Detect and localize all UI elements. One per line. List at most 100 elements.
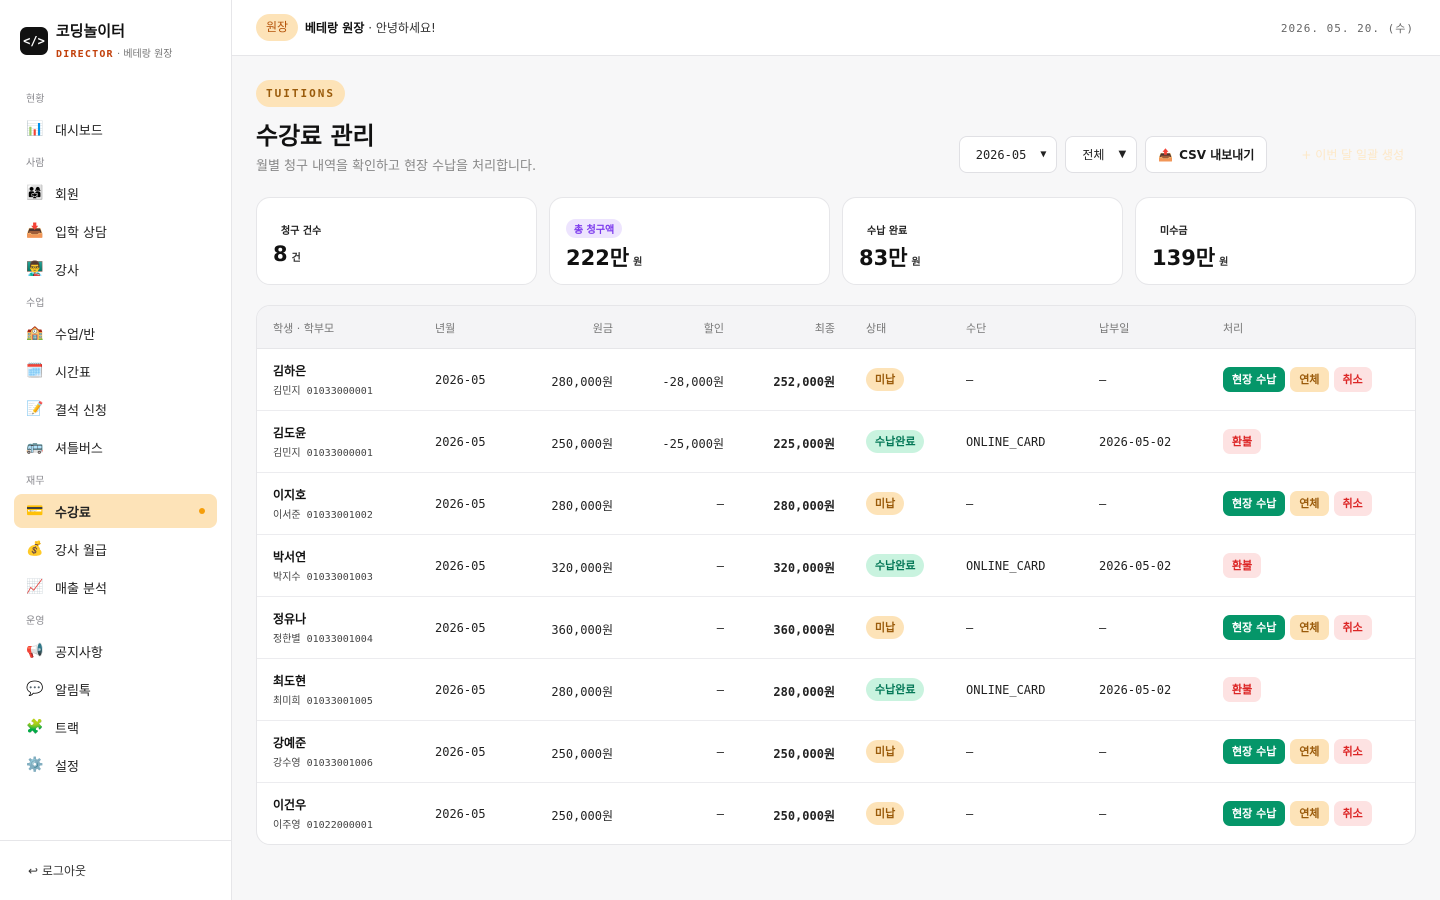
bulk-generate-button[interactable]: + 이번 달 일괄 생성 xyxy=(1289,136,1416,173)
table-row: 김하은 김민지 01033000001 2026-05 280,000원 -28,000… xyxy=(257,349,1415,411)
row-actions: 현장 수납 연체 취소 xyxy=(1223,801,1377,826)
nav-item-label: 결석 신청 xyxy=(55,403,107,419)
stat-value: 8 xyxy=(273,242,288,266)
export-icon: 📤 xyxy=(1158,147,1174,162)
base-amount: 250,000원 xyxy=(551,747,613,761)
final-amount: 280,000원 xyxy=(773,685,835,699)
sidebar-item[interactable]: 👨‍🏫 강사 xyxy=(14,252,217,286)
discount-amount: -25,000원 xyxy=(662,437,724,451)
overdue-button[interactable]: 연체 xyxy=(1290,801,1329,826)
sidebar-item[interactable]: 🧩 트랙 xyxy=(14,710,217,744)
nav-item-icon: 🏫 xyxy=(26,325,44,341)
base-amount: 280,000원 xyxy=(551,685,613,699)
active-indicator-icon xyxy=(199,508,205,514)
cancel-button[interactable]: 취소 xyxy=(1333,615,1372,640)
nav-item-label: 회원 xyxy=(55,187,79,203)
collect-button[interactable]: 현장 수납 xyxy=(1223,367,1286,392)
paid-date: — xyxy=(1099,497,1107,511)
nav-item-label: 강사 xyxy=(55,263,79,279)
nav-item-icon: 💳 xyxy=(26,503,44,519)
student-name: 최도현 xyxy=(273,674,307,688)
final-amount: 320,000원 xyxy=(773,561,835,575)
parent-info: 김민지 01033000001 xyxy=(273,448,373,459)
collect-button[interactable]: 현장 수납 xyxy=(1223,615,1286,640)
topbar: 원장 베테랑 원장 · 안녕하세요! 2026. 05. 20. (수) xyxy=(232,0,1440,56)
cancel-button[interactable]: 취소 xyxy=(1333,801,1372,826)
status-badge: 미납 xyxy=(866,616,905,639)
csv-export-label: CSV 내보내기 xyxy=(1179,148,1255,162)
refund-button[interactable]: 환불 xyxy=(1223,553,1262,578)
sidebar-nav: 현황 📊 대시보드 사람 👨‍👩‍👧 회원 📥 입학 상담 👨‍🏫 강사 수업 🏫 수업/반 🗓️ 시간표 📝… xyxy=(14,88,217,786)
csv-export-button[interactable]: 📤 CSV 내보내기 xyxy=(1145,136,1268,173)
base-amount: 250,000원 xyxy=(551,809,613,823)
sidebar-item[interactable]: 🚌 셔틀버스 xyxy=(14,430,217,464)
nav-item-icon: 👨‍👩‍👧 xyxy=(26,185,44,201)
payment-method: — xyxy=(966,807,974,821)
payment-method: — xyxy=(966,745,974,759)
sidebar-item[interactable]: 📈 매출 분석 xyxy=(14,570,217,604)
cancel-button[interactable]: 취소 xyxy=(1333,367,1372,392)
sidebar-item[interactable]: 💳 수강료 xyxy=(14,494,217,528)
overdue-button[interactable]: 연체 xyxy=(1290,491,1329,516)
nav-item-icon: 🧩 xyxy=(26,719,44,735)
stat-unit: 원 xyxy=(911,257,921,268)
base-amount: 280,000원 xyxy=(551,499,613,513)
nav-item-icon: 📈 xyxy=(26,579,44,595)
sidebar-item[interactable]: 🗓️ 시간표 xyxy=(14,354,217,388)
table-row: 박서연 박지수 01033001003 2026-05 320,000원 — 320,00… xyxy=(257,535,1415,597)
nav-item-icon: 🚌 xyxy=(26,439,44,455)
overdue-button[interactable]: 연체 xyxy=(1290,739,1329,764)
page-title: 수강료 관리 xyxy=(256,122,375,150)
month-select-value: 2026-05 xyxy=(975,147,1027,162)
cancel-button[interactable]: 취소 xyxy=(1333,491,1372,516)
collect-button[interactable]: 현장 수납 xyxy=(1223,491,1286,516)
billing-month: 2026-05 xyxy=(435,745,486,759)
discount-amount: — xyxy=(716,807,724,821)
sidebar-item[interactable]: 📝 결석 신청 xyxy=(14,392,217,426)
brand[interactable]: </> 코딩놀이터 DIRECTOR · 베테랑 원장 xyxy=(20,20,173,60)
nav-item-icon: 🗓️ xyxy=(26,363,44,379)
brand-logo-icon: </> xyxy=(20,27,48,55)
paid-date: 2026-05-02 xyxy=(1099,559,1172,573)
nav-item-icon: 📝 xyxy=(26,401,44,417)
sidebar-item[interactable]: 📊 대시보드 xyxy=(14,112,217,146)
sidebar-item[interactable]: 👨‍👩‍👧 회원 xyxy=(14,176,217,210)
overdue-button[interactable]: 연체 xyxy=(1290,367,1329,392)
final-amount: 252,000원 xyxy=(773,375,835,389)
sidebar-item[interactable]: 💰 강사 월급 xyxy=(14,532,217,566)
nav-item-icon: ⚙️ xyxy=(26,757,44,773)
parent-info: 이서준 01033001002 xyxy=(273,510,373,521)
billing-month: 2026-05 xyxy=(435,373,486,387)
stat-value: 139만 xyxy=(1152,246,1216,270)
refund-button[interactable]: 환불 xyxy=(1223,677,1262,702)
status-badge: 미납 xyxy=(866,492,905,515)
cancel-button[interactable]: 취소 xyxy=(1333,739,1372,764)
chevron-down-icon: ▼ xyxy=(1040,149,1047,160)
payment-method: ONLINE_CARD xyxy=(966,683,1046,697)
nav-item-label: 알림톡 xyxy=(55,683,91,699)
overdue-button[interactable]: 연체 xyxy=(1290,615,1329,640)
nav-item-icon: 📥 xyxy=(26,223,44,239)
sidebar-item[interactable]: 🏫 수업/반 xyxy=(14,316,217,350)
paid-date: 2026-05-02 xyxy=(1099,435,1172,449)
sidebar-item[interactable]: 📢 공지사항 xyxy=(14,634,217,668)
parent-info: 박지수 01033001003 xyxy=(273,572,373,583)
collect-button[interactable]: 현장 수납 xyxy=(1223,739,1286,764)
col-base: 원금 xyxy=(592,322,613,335)
status-select[interactable]: 전체 ▼ xyxy=(1065,136,1138,173)
sidebar-item[interactable]: 💬 알림톡 xyxy=(14,672,217,706)
brand-role: DIRECTOR xyxy=(56,49,114,60)
discount-amount: — xyxy=(716,559,724,573)
logout-button[interactable]: ↩ 로그아웃 xyxy=(28,862,86,879)
collect-button[interactable]: 현장 수납 xyxy=(1223,801,1286,826)
sidebar: </> 코딩놀이터 DIRECTOR · 베테랑 원장 현황 📊 대시보드 사람 👨‍👩… xyxy=(0,0,232,900)
month-select[interactable]: 2026-05 ▼ xyxy=(958,136,1058,173)
sidebar-footer: ↩ 로그아웃 xyxy=(0,840,231,900)
final-amount: 250,000원 xyxy=(773,747,835,761)
refund-button[interactable]: 환불 xyxy=(1223,429,1262,454)
nav-item-label: 대시보드 xyxy=(55,123,103,139)
sidebar-item[interactable]: 📥 입학 상담 xyxy=(14,214,217,248)
nav-item-icon: 👨‍🏫 xyxy=(26,261,44,277)
nav-item-icon: 📢 xyxy=(26,643,44,659)
sidebar-item[interactable]: ⚙️ 설정 xyxy=(14,748,217,782)
